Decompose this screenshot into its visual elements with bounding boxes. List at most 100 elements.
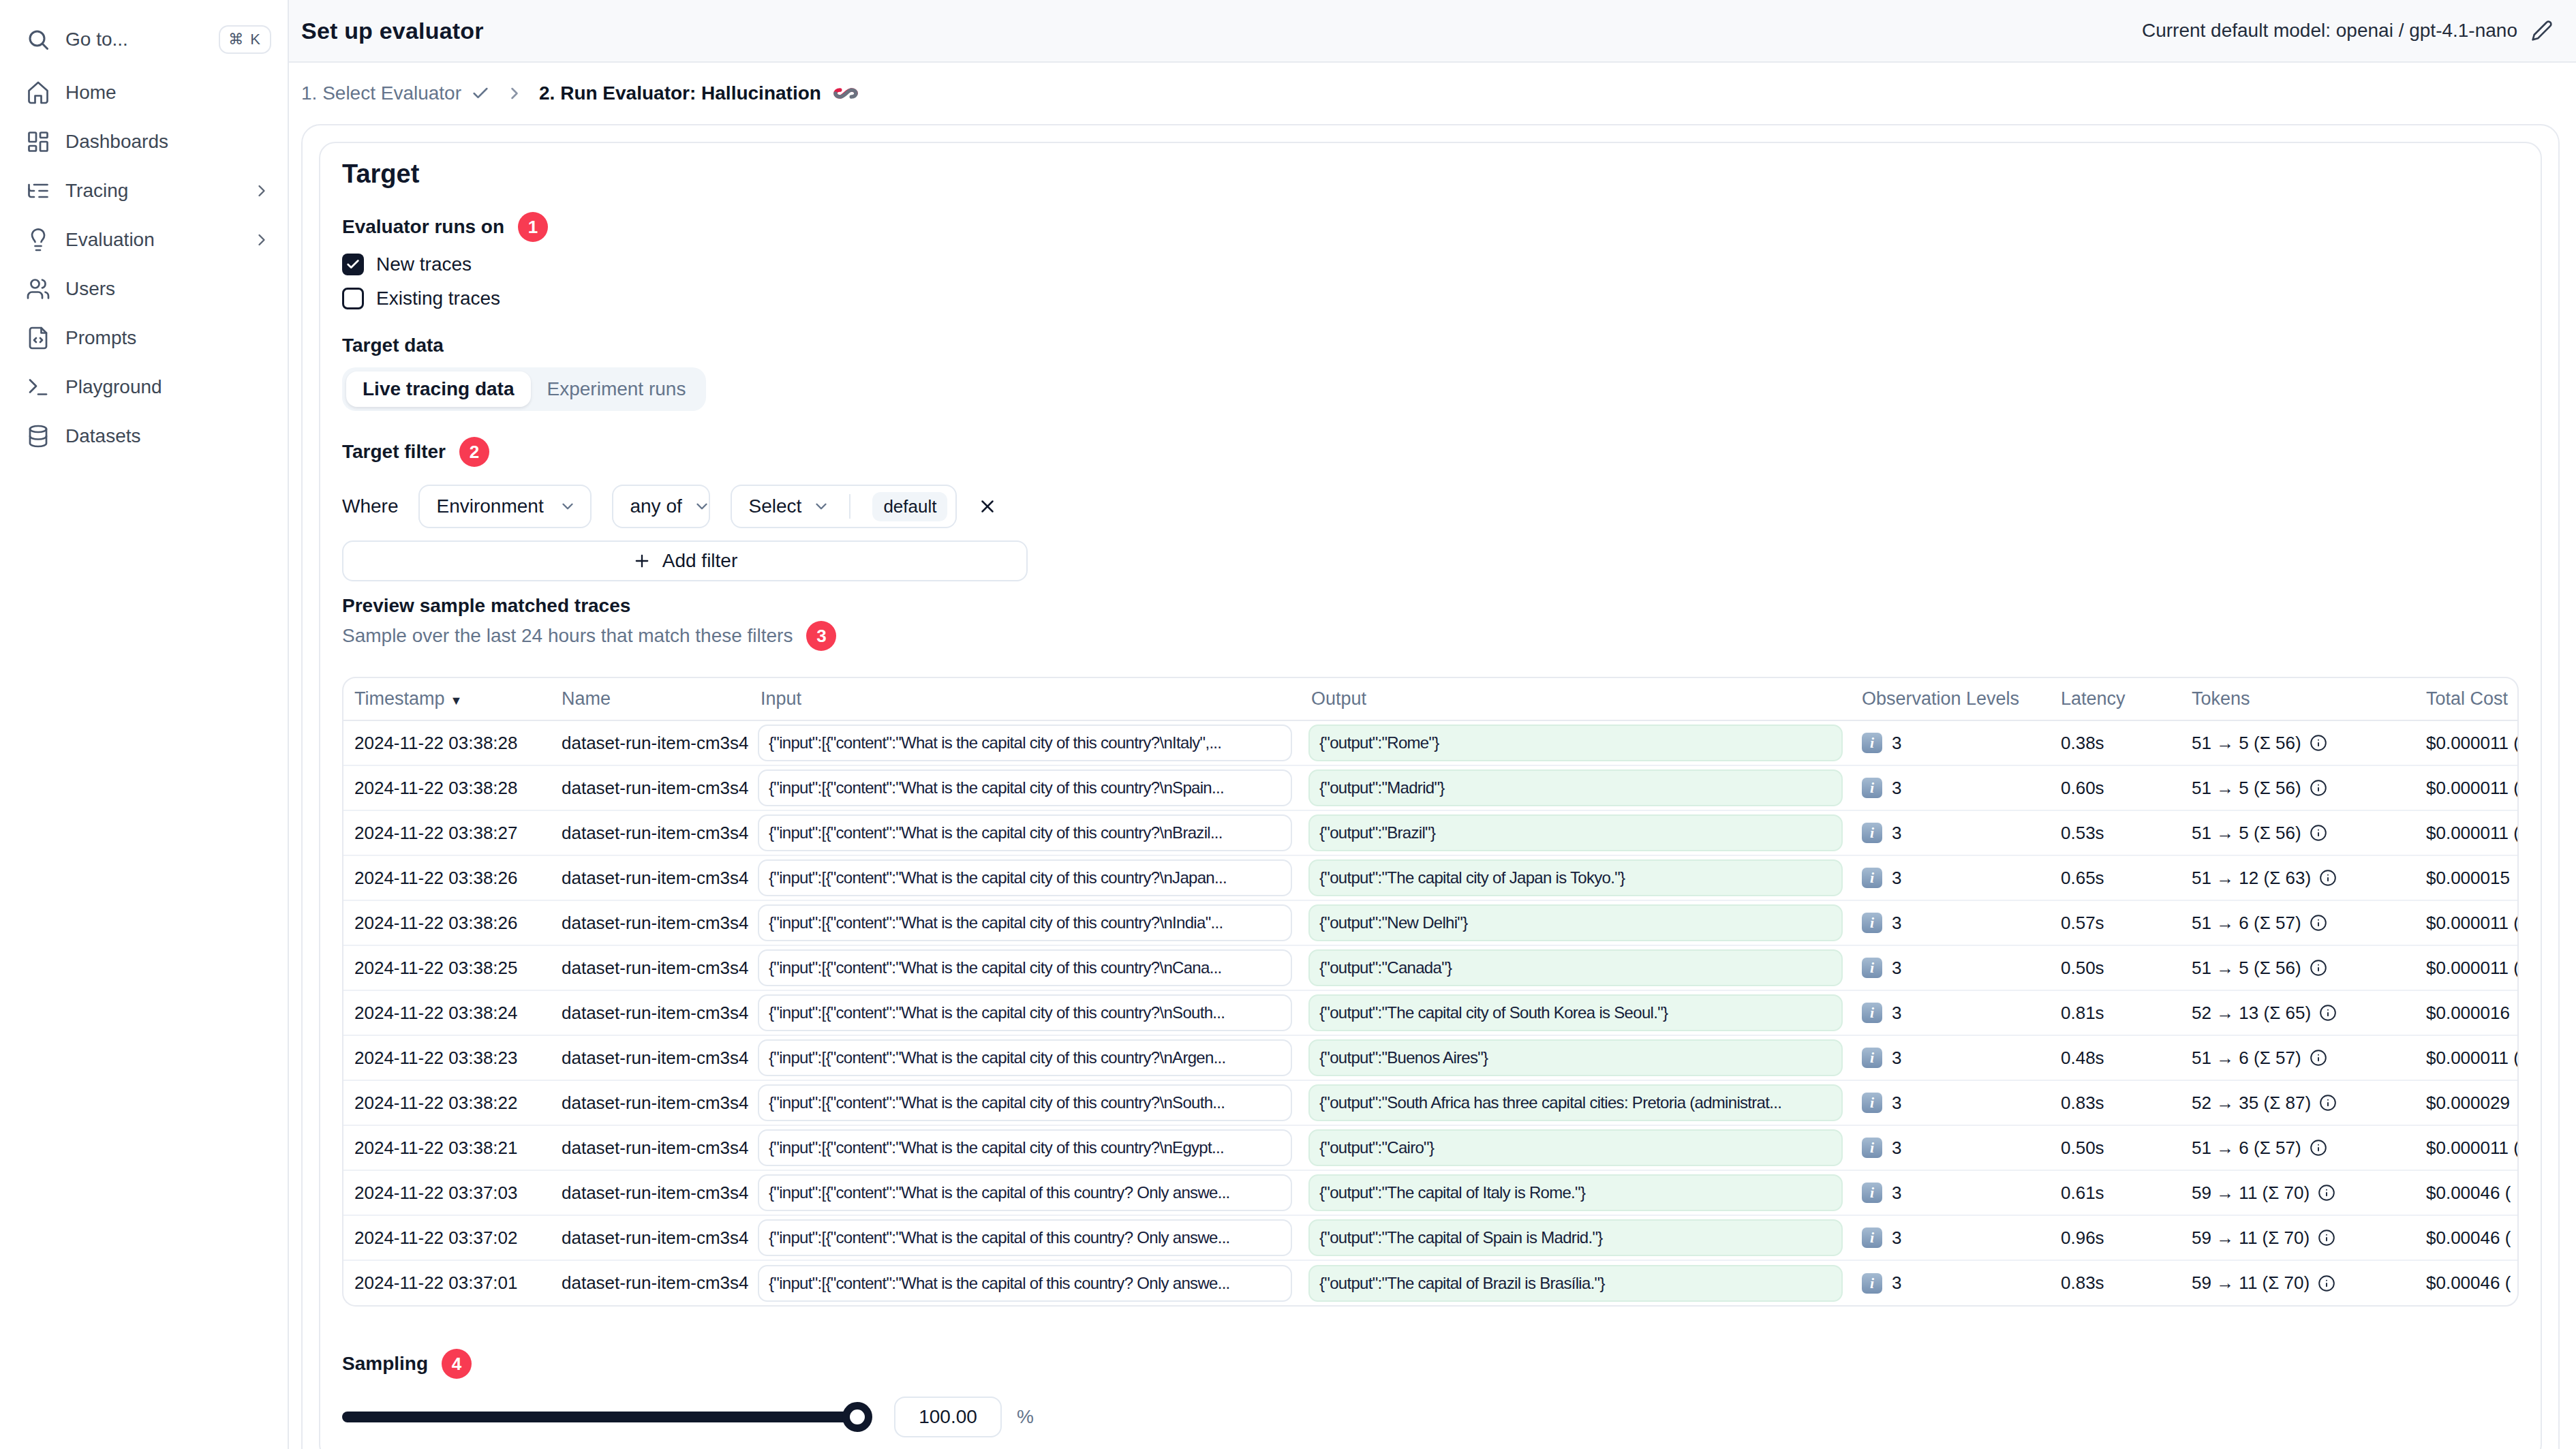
cell-observation-levels: i3 bbox=[1851, 1125, 2050, 1170]
cell-name: dataset-run-item-cm3s4 bbox=[551, 990, 750, 1035]
tokens-value: 52 → 35 (Σ 87) bbox=[2192, 1093, 2311, 1114]
divider bbox=[849, 494, 850, 519]
info-emoji-icon: i bbox=[1862, 1093, 1882, 1113]
where-label: Where bbox=[342, 495, 398, 517]
cell-input: {"input":[{"content":"What is the capita… bbox=[750, 1215, 1300, 1260]
chevron-down-icon bbox=[812, 498, 830, 515]
edit-model-icon[interactable] bbox=[2531, 20, 2553, 42]
trace-row[interactable]: 2024-11-22 03:38:21dataset-run-item-cm3s… bbox=[343, 1125, 2517, 1170]
goto-search[interactable]: Go to... ⌘ K bbox=[0, 14, 288, 65]
sidebar-item-playground[interactable]: Playground bbox=[0, 363, 288, 412]
sidebar-item-users[interactable]: Users bbox=[0, 264, 288, 314]
tab-live-tracing-data[interactable]: Live tracing data bbox=[346, 371, 531, 407]
sidebar-item-tracing[interactable]: Tracing bbox=[0, 166, 288, 215]
filter-row: Where Environment any of Select default bbox=[342, 485, 2519, 528]
cell-observation-levels: i3 bbox=[1851, 990, 2050, 1035]
observation-levels-count: 3 bbox=[1892, 1272, 1901, 1294]
cell-observation-levels: i3 bbox=[1851, 1080, 2050, 1125]
cell-name: dataset-run-item-cm3s4 bbox=[551, 945, 750, 990]
trace-row[interactable]: 2024-11-22 03:38:25dataset-run-item-cm3s… bbox=[343, 945, 2517, 990]
tab-experiment-runs[interactable]: Experiment runs bbox=[531, 371, 703, 407]
cell-observation-levels: i3 bbox=[1851, 1170, 2050, 1215]
trace-row[interactable]: 2024-11-22 03:37:01dataset-run-item-cm3s… bbox=[343, 1260, 2517, 1305]
breadcrumb-step-2: 2. Run Evaluator: Hallucination bbox=[539, 80, 859, 107]
filter-operator-select[interactable]: any of bbox=[612, 485, 710, 528]
cell-tokens: 52 → 35 (Σ 87) bbox=[2181, 1080, 2415, 1125]
cell-input: {"input":[{"content":"What is the capita… bbox=[750, 810, 1300, 855]
column-header-timestamp[interactable]: Timestamp▼ bbox=[343, 678, 551, 720]
cell-observation-levels: i3 bbox=[1851, 765, 2050, 810]
cell-tokens: 51 → 5 (Σ 56) bbox=[2181, 720, 2415, 765]
cell-latency: 0.81s bbox=[2050, 990, 2181, 1035]
trace-row[interactable]: 2024-11-22 03:38:26dataset-run-item-cm3s… bbox=[343, 855, 2517, 900]
target-data-tabs: Live tracing data Experiment runs bbox=[342, 367, 706, 411]
cell-tokens: 51 → 6 (Σ 57) bbox=[2181, 1035, 2415, 1080]
cell-output: {"output":"Rome"} bbox=[1300, 720, 1851, 765]
observation-levels-count: 3 bbox=[1892, 733, 1901, 754]
cell-name: dataset-run-item-cm3s4 bbox=[551, 1215, 750, 1260]
breadcrumb: 1. Select Evaluator 2. Run Evaluator: Ha… bbox=[289, 63, 2576, 124]
trace-row[interactable]: 2024-11-22 03:38:22dataset-run-item-cm3s… bbox=[343, 1080, 2517, 1125]
cell-input: {"input":[{"content":"What is the capita… bbox=[750, 1125, 1300, 1170]
column-header-tokens: Tokens bbox=[2181, 678, 2415, 720]
cell-tokens: 52 → 13 (Σ 65) bbox=[2181, 990, 2415, 1035]
cell-total-cost: $0.000011 ( bbox=[2415, 1125, 2517, 1170]
filter-column-select[interactable]: Environment bbox=[418, 485, 592, 528]
existing-traces-checkbox[interactable] bbox=[342, 288, 364, 309]
trace-row[interactable]: 2024-11-22 03:38:28dataset-run-item-cm3s… bbox=[343, 765, 2517, 810]
trace-row[interactable]: 2024-11-22 03:38:26dataset-run-item-cm3s… bbox=[343, 900, 2517, 945]
cell-total-cost: $0.00046 ( bbox=[2415, 1215, 2517, 1260]
trace-row[interactable]: 2024-11-22 03:38:28dataset-run-item-cm3s… bbox=[343, 720, 2517, 765]
cell-input: {"input":[{"content":"What is the capita… bbox=[750, 1035, 1300, 1080]
tokens-value: 59 → 11 (Σ 70) bbox=[2192, 1227, 2310, 1249]
breadcrumb-step-1[interactable]: 1. Select Evaluator bbox=[301, 82, 490, 104]
cell-name: dataset-run-item-cm3s4 bbox=[551, 1260, 750, 1305]
cell-latency: 0.50s bbox=[2050, 1125, 2181, 1170]
goto-label: Go to... bbox=[65, 29, 128, 50]
add-filter-button[interactable]: Add filter bbox=[342, 540, 1028, 581]
sidebar-item-home[interactable]: Home bbox=[0, 68, 288, 117]
cell-input: {"input":[{"content":"What is the capita… bbox=[750, 900, 1300, 945]
cell-tokens: 59 → 11 (Σ 70) bbox=[2181, 1215, 2415, 1260]
trace-row[interactable]: 2024-11-22 03:38:27dataset-run-item-cm3s… bbox=[343, 810, 2517, 855]
sidebar-item-label: Prompts bbox=[65, 327, 136, 349]
trace-row[interactable]: 2024-11-22 03:37:02dataset-run-item-cm3s… bbox=[343, 1215, 2517, 1260]
new-traces-checkbox[interactable] bbox=[342, 254, 364, 275]
new-traces-option[interactable]: New traces bbox=[342, 251, 2519, 277]
target-data-label: Target data bbox=[342, 335, 2519, 356]
filter-value-select[interactable]: Select default bbox=[731, 485, 957, 528]
cell-timestamp: 2024-11-22 03:38:23 bbox=[343, 1035, 551, 1080]
trace-output-preview: {"output":"Buenos Aires"} bbox=[1308, 1039, 1843, 1076]
sampling-value-input[interactable]: 100.00 bbox=[894, 1397, 1002, 1437]
trace-input-preview: {"input":[{"content":"What is the capita… bbox=[758, 1219, 1292, 1256]
sidebar-item-evaluation[interactable]: Evaluation bbox=[0, 215, 288, 264]
info-icon bbox=[2310, 914, 2327, 932]
remove-filter-icon[interactable] bbox=[977, 496, 998, 517]
info-emoji-icon: i bbox=[1862, 1183, 1882, 1203]
filter-value-badge: default bbox=[872, 492, 947, 521]
trace-input-preview: {"input":[{"content":"What is the capita… bbox=[758, 859, 1292, 896]
search-icon bbox=[26, 27, 50, 52]
existing-traces-option[interactable]: Existing traces bbox=[342, 286, 2519, 311]
trace-input-preview: {"input":[{"content":"What is the capita… bbox=[758, 1084, 1292, 1121]
sidebar-item-prompts[interactable]: Prompts bbox=[0, 314, 288, 363]
sort-desc-icon: ▼ bbox=[450, 694, 463, 707]
trace-row[interactable]: 2024-11-22 03:38:24dataset-run-item-cm3s… bbox=[343, 990, 2517, 1035]
cell-output: {"output":"Cairo"} bbox=[1300, 1125, 1851, 1170]
cell-output: {"output":"Brazil"} bbox=[1300, 810, 1851, 855]
cell-name: dataset-run-item-cm3s4 bbox=[551, 1080, 750, 1125]
sampling-row: 100.00 % bbox=[342, 1397, 2519, 1437]
sidebar-item-datasets[interactable]: Datasets bbox=[0, 412, 288, 461]
trace-output-preview: {"output":"Brazil"} bbox=[1308, 814, 1843, 851]
trace-row[interactable]: 2024-11-22 03:37:03dataset-run-item-cm3s… bbox=[343, 1170, 2517, 1215]
sampling-slider[interactable] bbox=[342, 1402, 870, 1432]
slider-knob[interactable] bbox=[842, 1402, 872, 1432]
cell-timestamp: 2024-11-22 03:37:03 bbox=[343, 1170, 551, 1215]
trace-output-preview: {"output":"The capital city of Japan is … bbox=[1308, 859, 1843, 896]
cell-timestamp: 2024-11-22 03:38:27 bbox=[343, 810, 551, 855]
cell-output: {"output":"The capital of Brazil is Bras… bbox=[1300, 1260, 1851, 1305]
trace-row[interactable]: 2024-11-22 03:38:23dataset-run-item-cm3s… bbox=[343, 1035, 2517, 1080]
tokens-value: 59 → 11 (Σ 70) bbox=[2192, 1272, 2310, 1294]
sidebar-item-label: Users bbox=[65, 278, 115, 300]
sidebar-item-dashboards[interactable]: Dashboards bbox=[0, 117, 288, 166]
